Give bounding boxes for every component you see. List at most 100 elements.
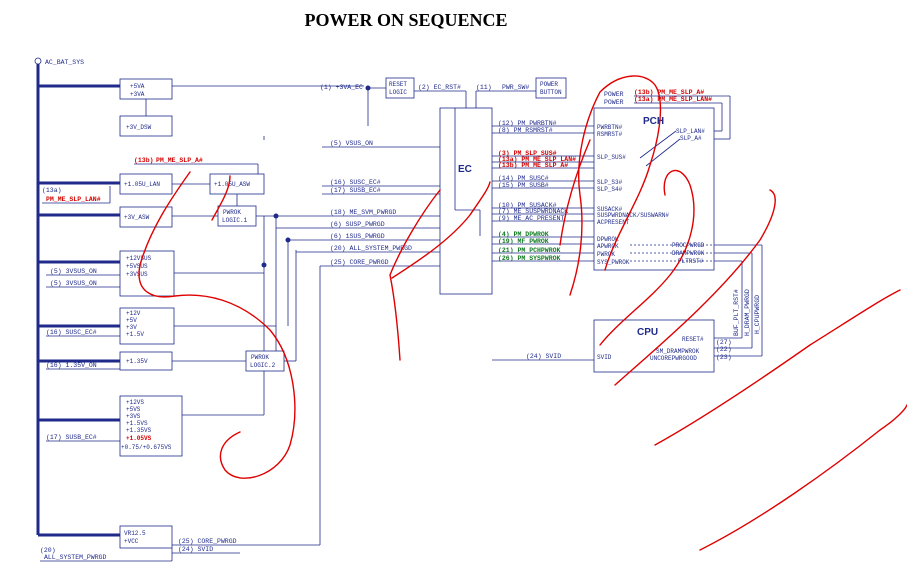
- pch-power-2: POWER: [604, 99, 624, 106]
- svg-text:SM_DRAMPWROK: SM_DRAMPWROK: [656, 348, 700, 355]
- svg-text:+1.35V: +1.35V: [126, 358, 148, 365]
- svg-text:PWRBTN#: PWRBTN#: [597, 124, 623, 131]
- svg-text:H_DRAM_PWRGD: H_DRAM_PWRGD: [744, 289, 751, 336]
- svg-text:+3VA: +3VA: [130, 91, 145, 98]
- sig-25-core-pwrgd: (25) CORE_PWRGD: [178, 538, 237, 545]
- red-annotations: [138, 75, 907, 551]
- svg-text:PWROK: PWROK: [223, 209, 241, 216]
- ec-sig-core-pwrgd: (25) CORE_PWRGD: [330, 259, 389, 266]
- svg-text:+1.5VS: +1.5VS: [126, 420, 148, 427]
- svg-text:+3VSUS: +3VSUS: [126, 271, 148, 278]
- sig-ac-present: (9) ME_AC_PRESENT: [498, 215, 564, 222]
- block-105u-lan: +1.05U_LAN: [119, 173, 173, 195]
- block-pwrok-logic-2: PWROK LOGIC.2: [245, 350, 285, 372]
- ec-sig-susb: (17) SUSB_EC#: [330, 187, 381, 194]
- svg-text:RSMRST#: RSMRST#: [597, 131, 623, 138]
- sig-1-3va-ec: (1) +3VA_EC: [320, 84, 363, 91]
- svg-text:+5VA: +5VA: [130, 83, 145, 90]
- svg-text:DRAMPWROK: DRAMPWROK: [672, 250, 705, 257]
- sig-20-name: ALL_SYSTEM_PWRGD: [44, 554, 107, 561]
- svg-text:PWROK: PWROK: [597, 251, 615, 258]
- sig-pchpwrok: (21) PM_PCHPWROK: [498, 247, 561, 254]
- svg-text:+3V_DSW: +3V_DSW: [126, 124, 152, 131]
- svg-text:SLP_S4#: SLP_S4#: [597, 186, 623, 193]
- ec-pch-signals: (12) PM_PWRBTN# (8) PM_RSMRST# (3) PM_SL…: [492, 120, 594, 262]
- svg-text:+1.35VS: +1.35VS: [126, 427, 152, 434]
- sig-13b-num: (13b): [134, 157, 154, 164]
- svg-text:PCH: PCH: [643, 116, 664, 127]
- sig-rsmrst: (8) PM_RSMRST#: [498, 127, 553, 134]
- svg-text:CPU: CPU: [637, 327, 658, 338]
- svg-text:+12VS: +12VS: [126, 399, 144, 406]
- svg-text:EC: EC: [458, 164, 472, 175]
- power-sequence-diagram: AC_BAT_SYS +5VA +3VA +3V_DSW +1.05U_LAN …: [34, 57, 907, 562]
- sig-dpwrok: (4) PM_DPWROK: [498, 231, 549, 238]
- pch-top-13b: (13b) PM_ME_SLP_A#: [634, 89, 704, 96]
- svg-text:BUF_PLT_RST#: BUF_PLT_RST#: [733, 289, 740, 336]
- svg-text:+0.75/+0.675VS: +0.75/+0.675VS: [121, 444, 172, 451]
- block-sus-rails: +12VSUS +5VSUS +3VSUS: [119, 250, 175, 297]
- svg-text:LOGIC.1: LOGIC.1: [222, 217, 248, 224]
- sig-mf-pwrok: (19) MF_PWROK: [498, 238, 549, 245]
- block-vr125: VR12.5 +VCC: [119, 525, 173, 549]
- svg-text:+1.05U_LAN: +1.05U_LAN: [124, 181, 160, 188]
- svg-text:SLP_SUS#: SLP_SUS#: [597, 154, 626, 161]
- svg-text:PLTRST#: PLTRST#: [678, 258, 704, 265]
- svg-text:+12V: +12V: [126, 310, 141, 317]
- block-135v: +1.35V: [119, 351, 173, 371]
- svg-text:+VCC: +VCC: [124, 538, 139, 545]
- pch-top-13a: (13a) PM_ME_SLP_LAN#: [634, 96, 712, 103]
- svg-text:+1.5V: +1.5V: [126, 331, 144, 338]
- ec-block: EC: [439, 107, 493, 295]
- pch-block: PCH PWRBTN# RSMRST# SLP_SUS# SLP_S3# SLP…: [593, 107, 715, 271]
- sig-13b-name: PM_ME_SLP_A#: [156, 157, 203, 164]
- cpu-block: CPU RESET# SVID SM_DRAMPWROK UNCOREPWRGO…: [593, 319, 732, 373]
- rail-branches: [38, 84, 120, 537]
- block-105u-asw: +1.05U_ASW: [209, 173, 265, 195]
- svg-text:LOGIC: LOGIC: [389, 89, 407, 96]
- sig-20-num: (20): [40, 547, 56, 554]
- sig-13a-num: (13a): [42, 187, 62, 194]
- ec-sig-susp-pwrgd: (6) SUSP_PWRGD: [330, 221, 385, 228]
- svg-text:SVID: SVID: [597, 354, 612, 361]
- ec-sig-susc: (16) SUSC_EC#: [330, 179, 381, 186]
- svg-text:+5V: +5V: [126, 317, 137, 324]
- svg-text:+1.05U_ASW: +1.05U_ASW: [214, 181, 250, 188]
- block-power-button: POWER BUTTON: [535, 77, 567, 99]
- sig-pwrbtn: (12) PM_PWRBTN#: [498, 120, 557, 127]
- sig-susb: (15) PM_SUSB#: [498, 182, 549, 189]
- svg-text:+5VSUS: +5VSUS: [126, 263, 148, 270]
- svg-text:+3V: +3V: [126, 324, 137, 331]
- svg-text:(22): (22): [716, 346, 732, 353]
- sig-11-num: (11): [476, 84, 492, 91]
- rail-node: [34, 57, 42, 65]
- svg-text:H_CPUPWRGD: H_CPUPWRGD: [754, 295, 761, 334]
- sig-susc: (14) PM_SUSC#: [498, 175, 549, 182]
- sig-5-3vsus-on-b: (5) 3VSUS_ON: [50, 280, 97, 287]
- block-pwrok-logic-1: PWROK LOGIC.1: [217, 205, 257, 227]
- svg-text:(23): (23): [716, 354, 732, 361]
- svg-text:SYS_PWROK: SYS_PWROK: [597, 259, 630, 266]
- svg-text:+3V_ASW: +3V_ASW: [124, 214, 150, 221]
- block-5va-3va: +5VA +3VA +3V_DSW: [119, 78, 173, 137]
- sig-syspwrok: (26) PM_SYSPWROK: [498, 255, 561, 262]
- sig-24-svid: (24) SVID: [178, 546, 213, 553]
- svg-text:RESET#: RESET#: [682, 336, 704, 343]
- rail-label: AC_BAT_SYS: [45, 59, 84, 66]
- sig-24-svid-cpu: (24) SVID: [526, 353, 561, 360]
- svg-text:+5VS: +5VS: [126, 406, 141, 413]
- ec-sig-vsus-on: (5) VSUS_ON: [330, 140, 373, 147]
- svg-text:PWROK: PWROK: [251, 354, 269, 361]
- ec-sig-me-svm: (18) ME_SVM_PWRGD: [330, 209, 396, 216]
- svg-text:SUSPWRDNACK/SUSWARN#: SUSPWRDNACK/SUSWARN#: [597, 212, 669, 219]
- sig-slp-a: (13b) PM_ME_SLP_A#: [498, 162, 568, 169]
- sig-suspwrdnack: (7) ME_SUSPWRDNACK: [498, 208, 568, 215]
- svg-text:UNCOREPWRGOOD: UNCOREPWRGOOD: [650, 355, 697, 362]
- svg-text:APWROK: APWROK: [597, 243, 619, 250]
- svg-text:SLP_S3#: SLP_S3#: [597, 179, 623, 186]
- ec-sig-1sus-pwrgd: (6) 1SUS_PWRGD: [330, 233, 385, 240]
- block-reset-logic: RESET LOGIC: [385, 77, 415, 99]
- svg-text:VR12.5: VR12.5: [124, 530, 146, 537]
- sig-17-susb: (17) SUSB_EC#: [46, 434, 97, 441]
- sig-13a-name: PM_ME_SLP_LAN#: [46, 196, 101, 203]
